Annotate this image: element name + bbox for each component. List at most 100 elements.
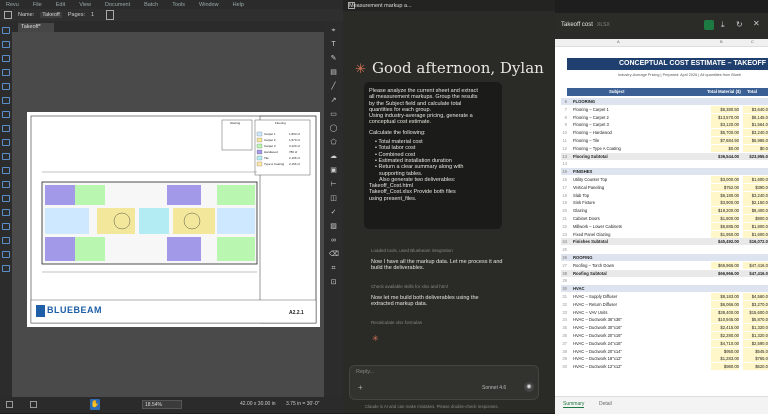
layers-icon[interactable] [2, 69, 10, 76]
bookmarks-icon[interactable] [2, 41, 10, 48]
table-row[interactable]: 23 Fixed Panel Glazing $1,950.00 $1,600.0 [561, 230, 768, 238]
select-tool-icon[interactable]: ⌖ [329, 27, 338, 34]
conversation-title[interactable]: Measurement markup a... [349, 3, 412, 9]
studio-icon[interactable] [2, 223, 10, 230]
refresh-icon[interactable]: ↻ [736, 20, 743, 29]
cell-labor[interactable]: $1,600.0 [743, 176, 768, 183]
hand-tool-icon[interactable]: ✋ [90, 399, 100, 410]
tool-chest-icon[interactable] [2, 181, 10, 188]
cell-material[interactable]: $5,700.00 [711, 129, 739, 137]
table-row[interactable]: 37 HVAC – Ductwork 24"x16" $4,710.00 $2,590… [561, 339, 768, 347]
cell-material[interactable]: $2,280.00 [711, 332, 739, 339]
cell-material[interactable]: $980.00 [711, 363, 739, 371]
ai-icon[interactable] [2, 265, 10, 272]
cell-labor[interactable]: $765.0 [743, 355, 768, 363]
cell-subject[interactable]: Flooring – Carpet 2 [573, 114, 609, 121]
cell-material[interactable]: $1,950.00 [711, 230, 739, 238]
grid-snap-icon[interactable] [30, 401, 37, 408]
stamp-tool-icon[interactable]: ▣ [329, 167, 338, 174]
table-row[interactable]: 10 Flooring – Hardwood $5,700.00 $3,240.0 [561, 129, 768, 137]
cell-labor[interactable]: $0.0 [743, 144, 768, 152]
cell-subject[interactable]: HVAC – Ductwork 12"x12" [573, 363, 622, 370]
markups-list-icon[interactable] [2, 97, 10, 104]
highlight-tool-icon[interactable]: ▤ [329, 69, 338, 76]
cell-material[interactable]: $38,400.00 [711, 308, 739, 316]
cell-subject[interactable]: ROOFING [573, 254, 593, 261]
cell-labor[interactable]: $16,072.0 [743, 238, 768, 245]
cell-labor[interactable]: $900.0 [743, 215, 768, 222]
cell-subject[interactable]: Flooring – Hardwood [573, 129, 612, 136]
tool-step-1[interactable]: Loaded tools, used Bluebeam integration [371, 248, 453, 253]
cell-material[interactable]: $1,800.00 [711, 215, 739, 222]
area-tool-icon[interactable]: ◫ [329, 195, 338, 202]
cell-labor[interactable]: $4,560.0 [743, 293, 768, 300]
cell-labor[interactable]: $3,240.0 [743, 129, 768, 137]
tool-step-2[interactable]: Check available skills for xlsx and html [371, 284, 448, 289]
cell-subject[interactable]: Flooring – Carpet 3 [573, 121, 609, 128]
table-row[interactable]: 16 Utility Counter Top $3,000.00 $1,600.0 [561, 176, 768, 183]
table-row[interactable]: 28 Roofing Subtotal $66,966.00 $47,416.0 [561, 269, 768, 277]
spaces-icon[interactable] [2, 251, 10, 258]
cell-material[interactable]: $950.00 [711, 347, 739, 355]
cell-subject[interactable]: Flooring – Carpet 1 [573, 106, 609, 113]
cell-labor[interactable]: $1,800.0 [743, 222, 768, 230]
model-selector[interactable]: Sonnet 4.6 [482, 385, 506, 391]
cell-labor[interactable]: $15,600.0 [743, 308, 768, 316]
table-row[interactable]: 36 HVAC – Ductwork 20"x16" $2,280.00 $1,320… [561, 332, 768, 339]
zoom-select[interactable]: 18.54% [142, 400, 182, 409]
cell-material[interactable]: $66,966.00 [711, 261, 739, 269]
cell-subject[interactable]: Utility Counter Top [573, 176, 607, 183]
table-row[interactable]: 26 ROOFING [561, 254, 768, 261]
document-icon[interactable] [106, 10, 115, 20]
cell-material[interactable]: $7,684.50 [711, 137, 739, 144]
pages-icon[interactable] [2, 55, 10, 62]
cell-labor[interactable]: $47,416.0 [743, 270, 768, 277]
table-row[interactable]: 20 Glazing $19,200.00 $8,400.0 [561, 207, 768, 215]
arrow-tool-icon[interactable]: ↗ [329, 97, 338, 104]
cell-subject[interactable]: Fixed Panel Glazing [573, 231, 610, 238]
table-row[interactable]: 40 HVAC – Ductwork 12"x12" $980.00 $620.0 [561, 363, 768, 371]
cell-material[interactable]: $66,966.00 [711, 270, 739, 277]
cell-material[interactable]: $6,066.00 [711, 300, 739, 308]
pen-tool-icon[interactable]: ✎ [329, 55, 338, 62]
cell-labor[interactable]: $47,416.0 [743, 261, 768, 269]
tab-detail[interactable]: Detail [599, 401, 612, 407]
cell-subject[interactable]: FLOORING [573, 98, 595, 105]
snapshot-tool-icon[interactable]: ⊡ [329, 279, 338, 286]
name-value[interactable]: Takeoff [40, 12, 62, 18]
cell-material[interactable]: $4,710.00 [711, 339, 739, 347]
table-row[interactable]: 9 Flooring – Carpet 3 $3,120.00 $1,564.0 [561, 121, 768, 129]
table-row[interactable]: 11 Flooring – Tile $7,684.50 $5,985.0 [561, 137, 768, 144]
search-icon[interactable] [2, 125, 10, 132]
table-row[interactable]: 32 HVAC – Return Diffuser $6,066.00 $3,270.… [561, 300, 768, 308]
cell-subject[interactable]: Roofing Subtotal [573, 270, 607, 277]
cell-material[interactable]: $3,000.00 [711, 176, 739, 183]
text-tool-icon[interactable]: T [329, 41, 338, 48]
links-icon[interactable] [2, 195, 10, 202]
cell-material[interactable]: $6,380.50 [711, 105, 739, 113]
cell-labor[interactable]: $5,985.0 [743, 137, 768, 144]
cell-labor[interactable]: $1,600.0 [743, 230, 768, 238]
reply-input[interactable]: Reply... [356, 369, 374, 375]
cell-labor[interactable]: $620.0 [743, 363, 768, 371]
cell-subject[interactable]: Roofing – Torch Down [573, 262, 614, 269]
close-icon[interactable]: ✕ [753, 19, 760, 28]
count-tool-icon[interactable]: ✓ [329, 209, 338, 216]
table-row[interactable]: 18 Slab Top $6,180.00 $3,240.0 [561, 191, 768, 199]
cell-subject[interactable]: Vertical Paneling [573, 184, 604, 191]
cell-labor[interactable]: $2,590.0 [743, 339, 768, 347]
table-row[interactable]: 7 Flooring – Carpet 1 $6,380.50 $3,640.0 [561, 105, 768, 113]
cell-labor[interactable]: $8,400.0 [743, 207, 768, 215]
table-row[interactable]: 24 Finishes Subtotal $40,492.00 $16,072.0 [561, 238, 768, 246]
cell-subject[interactable]: HVAC – Ductwork 18"x12" [573, 355, 622, 362]
cell-subject[interactable]: FINISHES [573, 168, 592, 175]
tab-takeoff[interactable]: Takeoff* [18, 23, 54, 32]
menu-file[interactable]: File [33, 2, 42, 8]
compare-icon[interactable] [2, 237, 10, 244]
eraser-tool-icon[interactable]: ⌫ [329, 251, 339, 258]
table-row[interactable]: 15 FINISHES [561, 168, 768, 176]
cell-subject[interactable]: HVAC – Ductwork 20"x14" [573, 348, 622, 355]
cell-material[interactable]: $3,120.00 [711, 121, 739, 129]
measurements-icon[interactable] [2, 139, 10, 146]
cell-subject[interactable]: Slab Top [573, 192, 589, 199]
